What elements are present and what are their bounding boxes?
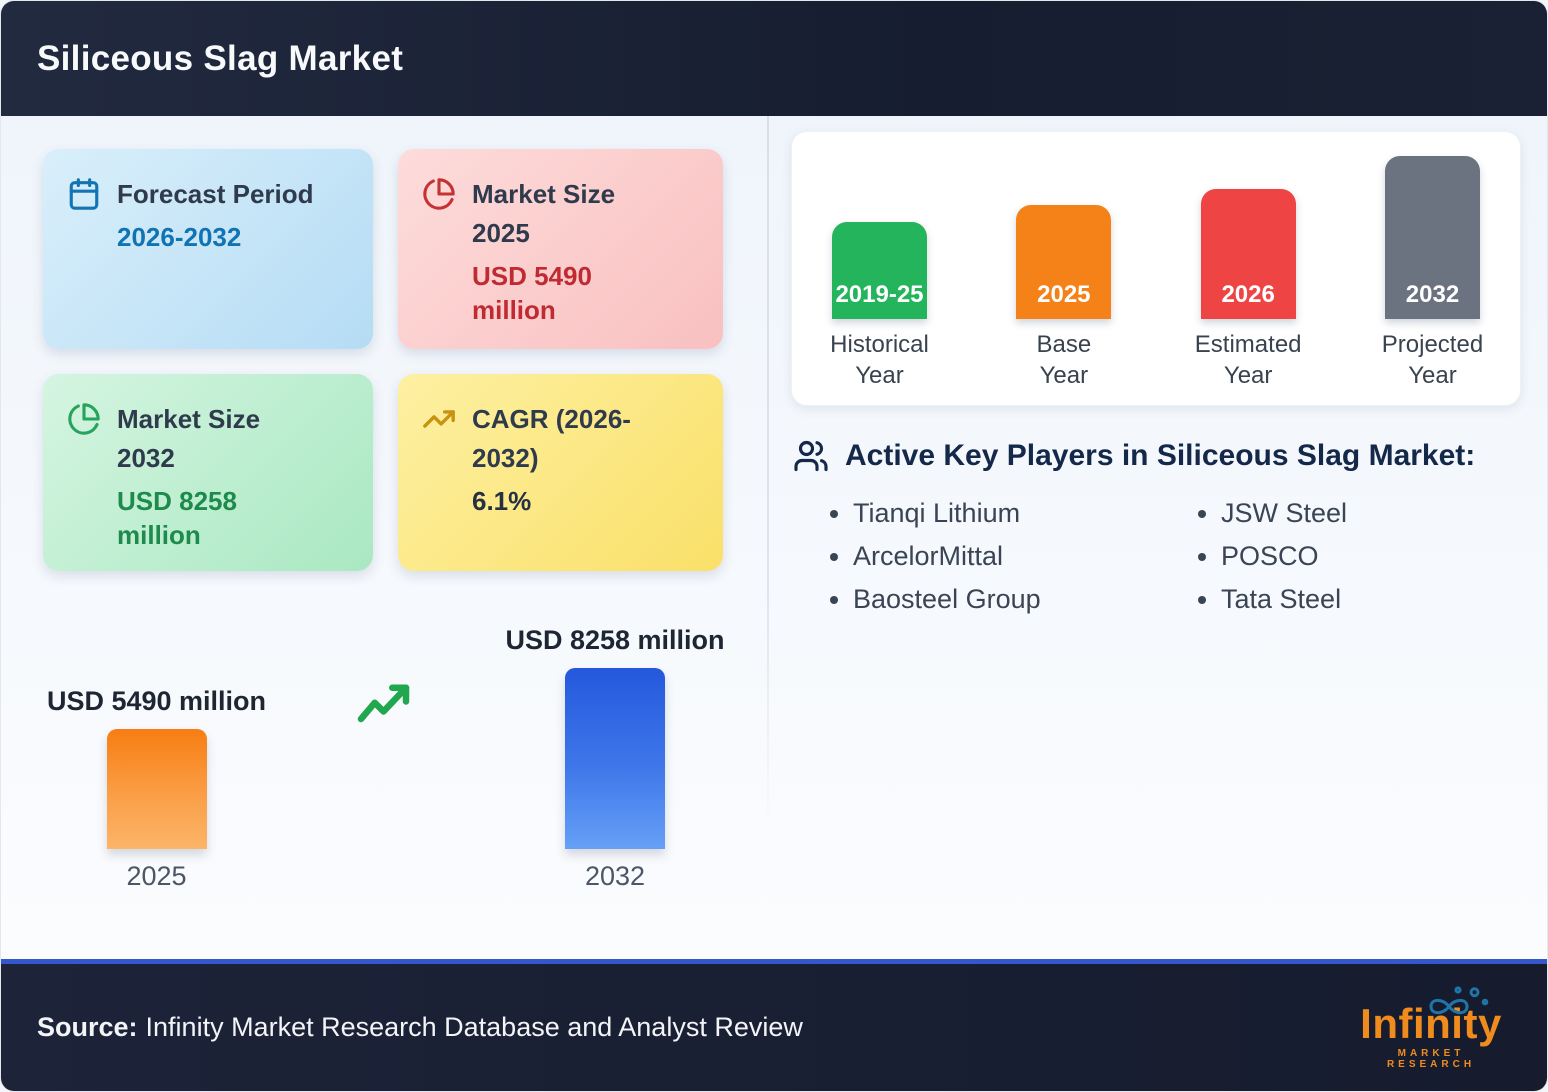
growth-bar-group-2025: USD 5490 million 2025 (39, 686, 274, 892)
key-player-item: Tianqi Lithium (853, 496, 1135, 530)
timeline-year: 2025 (1037, 281, 1091, 308)
content: Forecast Period 2026-2032 Market Size 20… (1, 116, 1547, 959)
growth-bar-2025 (106, 729, 207, 849)
timeline-label: Estimated Year (1194, 331, 1302, 389)
key-player-item: ArcelorMittal (853, 539, 1135, 573)
infographic-root: Siliceous Slag Market Forecast Period 20… (0, 0, 1548, 1092)
card-market-size-2032: Market Size 2032 USD 8258 million (43, 374, 373, 571)
growth-bar-label: USD 8258 million (505, 625, 725, 655)
timeline-label: Projected Year (1381, 331, 1484, 389)
summary-cards: Forecast Period 2026-2032 Market Size 20… (43, 149, 723, 571)
timeline-item: 2019-25 Historical Year (822, 132, 937, 405)
card-market-size-2025: Market Size 2025 USD 5490 million (398, 149, 723, 349)
timeline-label: Historical Year (830, 331, 929, 389)
timeline-bar-historical: 2019-25 (832, 222, 927, 319)
card-forecast-period: Forecast Period 2026-2032 (43, 149, 373, 349)
timeline-item: 2025 Base Year (1006, 132, 1121, 405)
card-title: Forecast Period (117, 179, 314, 209)
timeline-item: 2026 Estimated Year (1191, 132, 1306, 405)
timeline-year: 2019-25 (835, 281, 924, 308)
timeline-year: 2032 (1405, 281, 1460, 308)
timeline-bar-base: 2025 (1016, 205, 1112, 319)
key-players-list: Tianqi Lithium ArcelorMittal Baosteel Gr… (825, 496, 1521, 625)
growth-bar-year: 2032 (584, 861, 646, 891)
growth-arrow-icon (356, 681, 416, 727)
timeline-bar-estimated: 2026 (1200, 189, 1296, 319)
trending-up-icon (422, 402, 456, 436)
key-player-item: POSCO (1221, 539, 1503, 573)
key-player-item: Baosteel Group (853, 582, 1135, 616)
key-players-column-1: Tianqi Lithium ArcelorMittal Baosteel Gr… (825, 496, 1135, 625)
timeline-year: 2026 (1221, 281, 1275, 308)
card-title: CAGR (2026-2032) (472, 404, 631, 473)
card-value: 6.1% (472, 486, 532, 516)
pie-chart-icon (422, 177, 456, 211)
infinity-logo: Infinity MARKET RESEARCH (1351, 984, 1511, 1070)
key-players-title: Active Key Players in Siliceous Slag Mar… (845, 439, 1476, 472)
page-title: Siliceous Slag Market (37, 38, 404, 78)
users-icon (793, 438, 829, 474)
calendar-icon (67, 177, 101, 211)
left-panel: Forecast Period 2026-2032 Market Size 20… (1, 116, 767, 959)
source-label: Source: (37, 1012, 138, 1042)
timeline-label: Base Year (1036, 331, 1092, 389)
logo-subtitle: MARKET RESEARCH (1386, 1047, 1476, 1070)
growth-bar-group-2032: USD 8258 million 2032 (500, 625, 730, 892)
card-value: USD 5490 million (472, 261, 592, 325)
footer: Source: Infinity Market Research Database… (1, 959, 1547, 1091)
card-cagr: CAGR (2026-2032) 6.1% (398, 374, 723, 571)
source-text: Source: Infinity Market Research Database… (37, 1012, 803, 1042)
key-players-section: Active Key Players in Siliceous Slag Mar… (793, 438, 1521, 625)
growth-bar-year: 2025 (126, 861, 187, 891)
card-value: 2026-2032 (117, 222, 242, 252)
key-player-item: Tata Steel (1221, 582, 1503, 616)
growth-bar-2032 (565, 668, 665, 849)
key-player-item: JSW Steel (1221, 496, 1503, 530)
key-players-column-2: JSW Steel POSCO Tata Steel (1193, 496, 1503, 625)
card-title: Market Size 2025 (472, 179, 616, 248)
infinity-doodle-icon (1419, 984, 1497, 1020)
timeline-item: 2032 Projected Year (1375, 132, 1490, 405)
header: Siliceous Slag Market (1, 1, 1547, 116)
growth-bar-label: USD 5490 million (46, 686, 267, 716)
right-panel: 2019-25 Historical Year 2025 Base Year 2… (769, 116, 1547, 959)
pie-chart-icon (67, 402, 101, 436)
timeline-bar-projected: 2032 (1384, 156, 1480, 319)
market-growth-chart: USD 5490 million 2025 USD 8258 million 2… (1, 625, 767, 892)
timeline-card: 2019-25 Historical Year 2025 Base Year 2… (791, 131, 1521, 406)
card-value: USD 8258 million (117, 486, 237, 550)
card-title: Market Size 2032 (117, 404, 261, 473)
